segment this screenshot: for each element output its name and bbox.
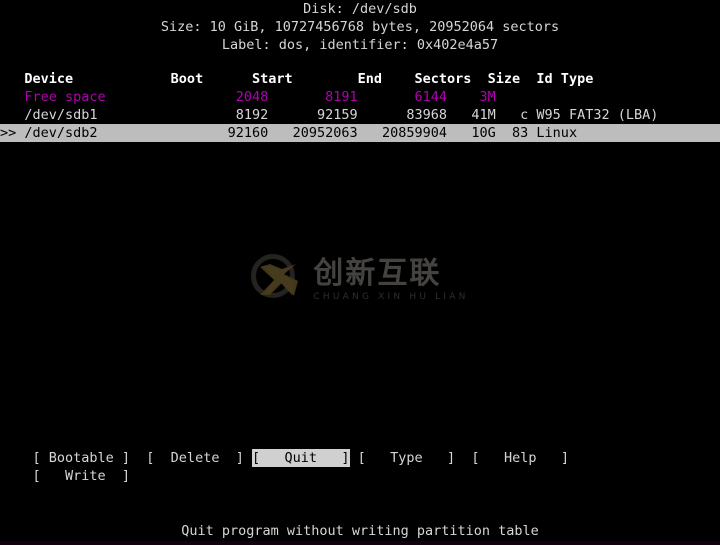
disk-size-line: Size: 10 GiB, 10727456768 bytes, 2095206… <box>160 19 560 35</box>
watermark-logo: 创新互联 CHUANG XIN HU LIAN <box>0 245 720 315</box>
table-row[interactable]: Free space 2048 8191 6144 3M <box>0 88 720 106</box>
disk-path-line: Disk: /dev/sdb <box>303 1 417 17</box>
status-help-text: Quit program without writing partition t… <box>181 523 539 539</box>
menu-buttons-right[interactable]: [ Type ] [ Help ] <box>350 449 569 467</box>
write-button[interactable]: [ Write ] <box>0 467 131 485</box>
menu-button-row-primary: [ Bootable ] [ Delete ] [ Quit ] [ Type … <box>0 449 720 467</box>
terminal-screen: 创新互联 CHUANG XIN HU LIAN Disk: /dev/sdb S… <box>0 0 720 545</box>
bottom-edge-band <box>0 541 720 545</box>
table-row[interactable]: /dev/sdb1 8192 92159 83968 41M c W95 FAT… <box>0 106 720 124</box>
quit-button[interactable]: [ Quit ] <box>251 449 350 467</box>
menu-buttons-left[interactable]: [ Bootable ] [ Delete ] <box>0 449 252 467</box>
watermark-chinese-text: 创新互联 <box>313 256 442 291</box>
cx-circle-logo-icon <box>251 254 303 306</box>
watermark-pinyin-text: CHUANG XIN HU LIAN <box>313 292 469 302</box>
table-row[interactable]: >> /dev/sdb2 92160 20952063 20859904 10G… <box>0 124 720 142</box>
disk-label-line: Label: dos, identifier: 0x402e4a57 <box>221 37 499 53</box>
partition-table-header: Device Boot Start End Sectors Size Id Ty… <box>0 71 594 87</box>
menu-button-row-secondary: [ Write ] <box>0 467 720 485</box>
